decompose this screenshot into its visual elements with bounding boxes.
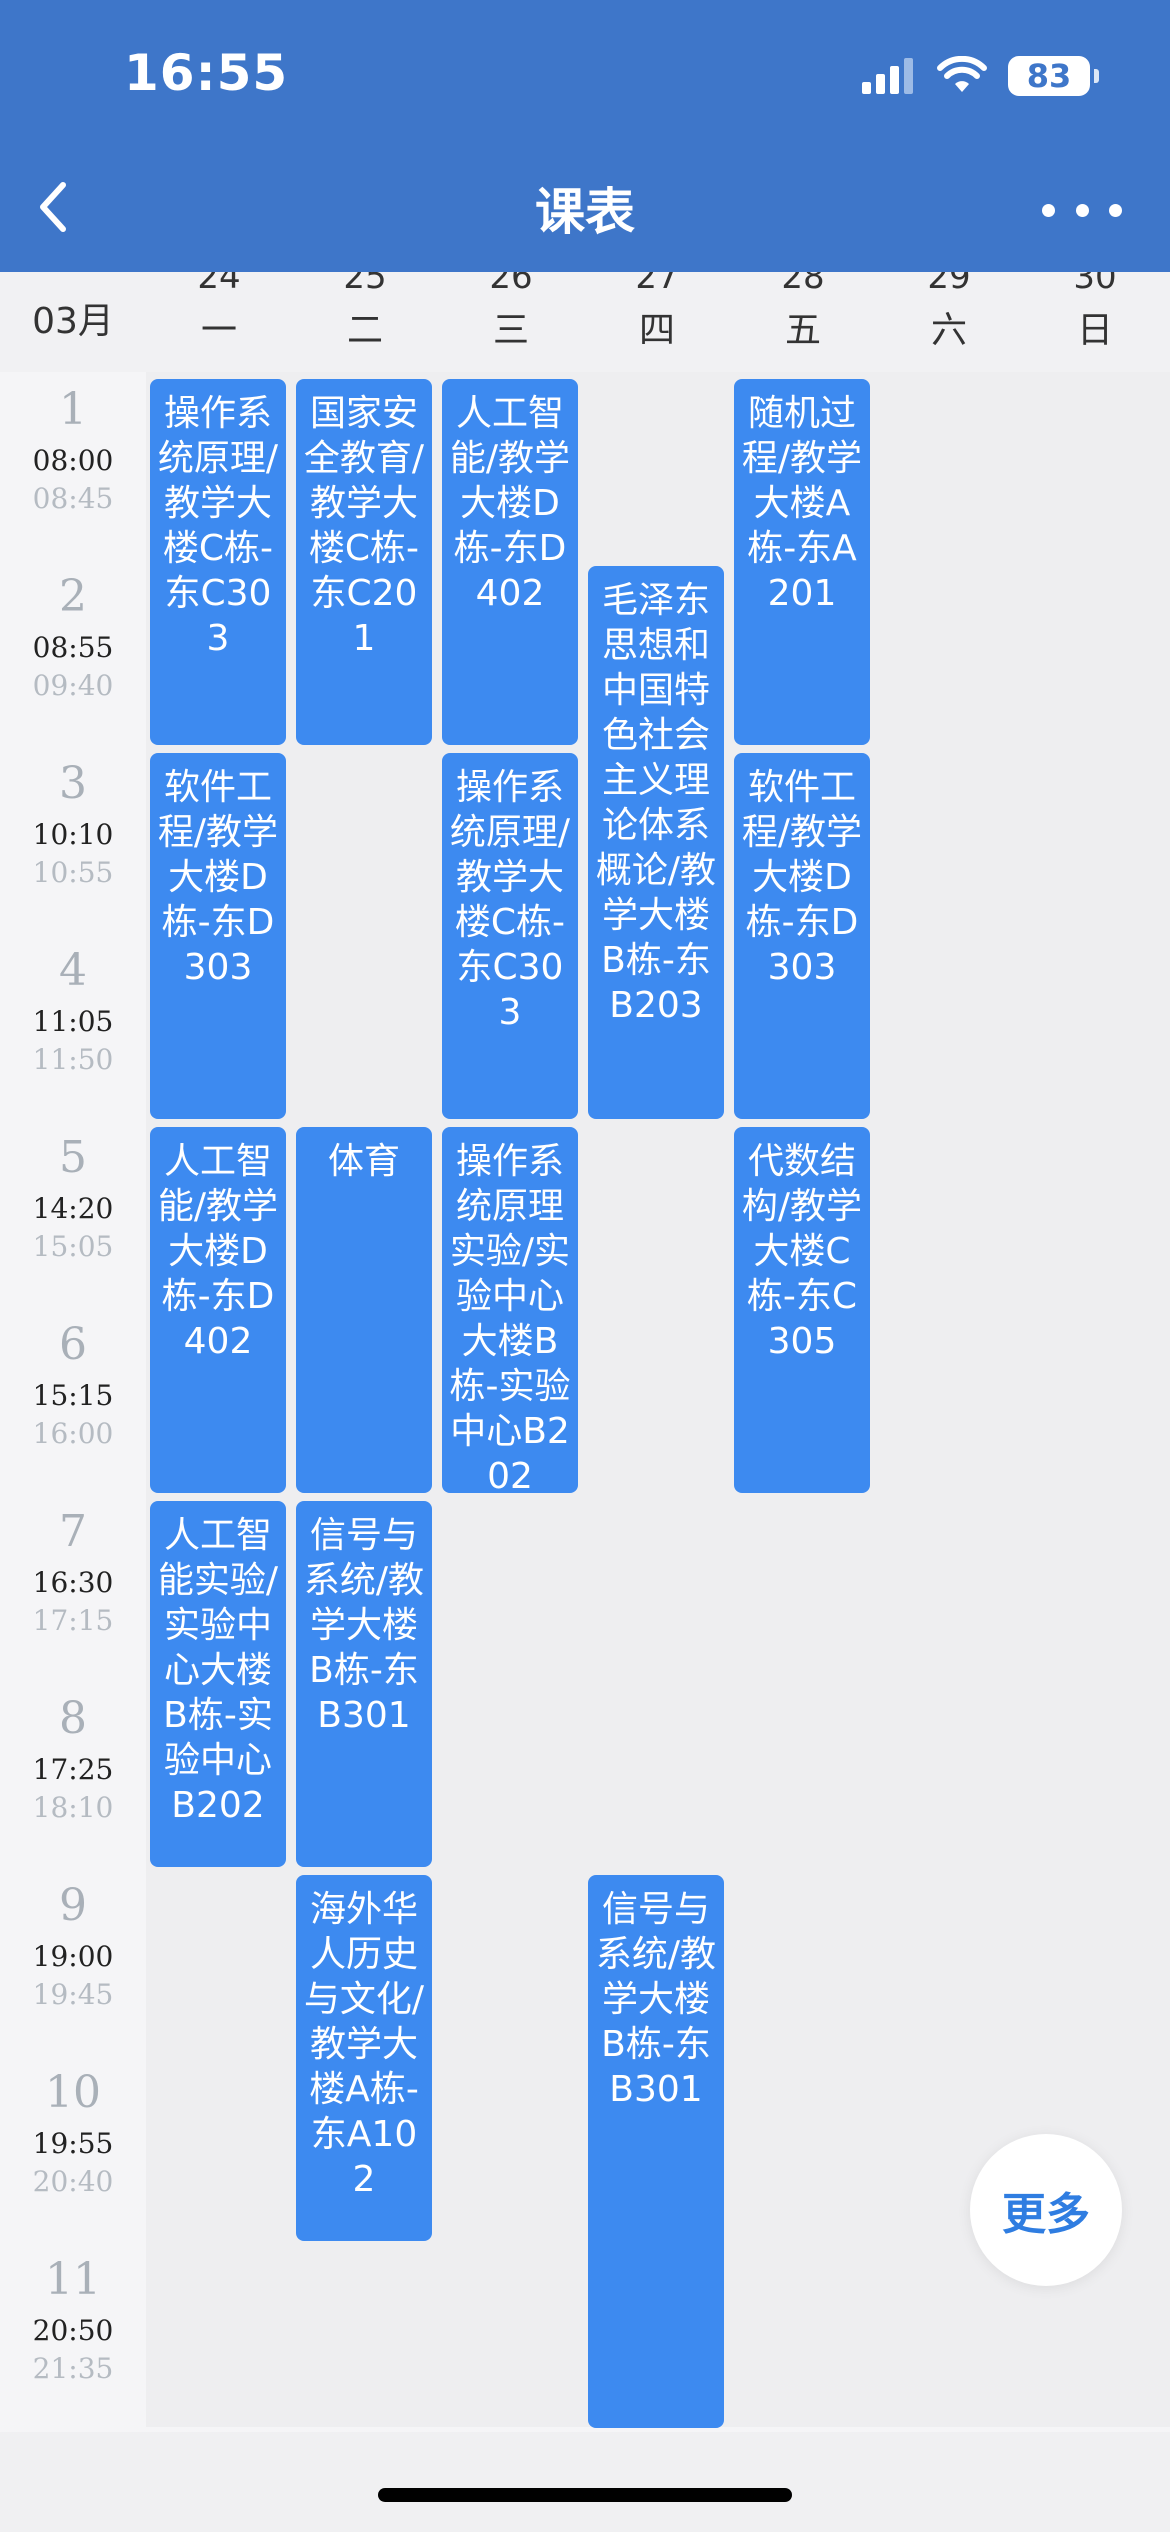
period-number: 1 <box>59 384 87 435</box>
course-card[interactable]: 人工智能/教学大楼D栋-东D402 <box>150 1127 286 1493</box>
period-end: 17:15 <box>32 1604 114 1637</box>
day-date: 30 <box>1073 272 1117 297</box>
course-card[interactable]: 信号与系统/教学大楼B栋-东B301 <box>588 1875 724 2428</box>
period-row: 1 08:00 08:45 <box>0 372 146 559</box>
day-header-sat[interactable]: 29 六 <box>876 272 1022 360</box>
period-end: 18:10 <box>32 1791 114 1824</box>
period-row: 6 15:15 16:00 <box>0 1307 146 1494</box>
course-card[interactable]: 操作系统原理实验/实验中心大楼B栋-实验中心B202 <box>442 1127 578 1493</box>
wifi-icon <box>937 56 987 92</box>
period-end: 20:40 <box>32 2165 114 2198</box>
period-row: 4 11:05 11:50 <box>0 933 146 1120</box>
period-start: 20:50 <box>32 2314 114 2347</box>
period-row: 8 17:25 18:10 <box>0 1681 146 1868</box>
course-card[interactable]: 海外华人历史与文化/教学大楼A栋-东A102 <box>296 1875 432 2241</box>
month-label: 03月 <box>32 301 114 342</box>
period-end: 19:45 <box>32 1978 114 2011</box>
more-dots-icon <box>1042 203 1055 217</box>
period-start: 08:55 <box>32 631 114 664</box>
period-start: 17:25 <box>32 1753 114 1786</box>
period-end: 08:45 <box>32 482 114 515</box>
day-date: 25 <box>343 272 387 297</box>
day-weekday: 五 <box>784 310 821 351</box>
day-header-fri[interactable]: 28 五 <box>730 272 876 360</box>
day-weekday: 三 <box>492 310 529 351</box>
day-weekday: 一 <box>200 310 237 351</box>
period-number: 7 <box>59 1506 87 1557</box>
period-row: 10 19:55 20:40 <box>0 2055 146 2242</box>
period-row: 9 19:00 19:45 <box>0 1868 146 2055</box>
course-card[interactable]: 代数结构/教学大楼C栋-东C305 <box>734 1127 870 1493</box>
period-row: 3 10:10 10:55 <box>0 746 146 933</box>
course-card[interactable]: 软件工程/教学大楼D栋-东D303 <box>734 753 870 1119</box>
day-weekday: 二 <box>346 310 383 351</box>
day-weekday: 六 <box>930 310 967 351</box>
day-date: 27 <box>635 272 679 297</box>
period-end: 16:00 <box>32 1417 114 1450</box>
day-date: 24 <box>197 272 241 297</box>
day-date: 29 <box>927 272 971 297</box>
battery-indicator: 83 <box>1008 56 1099 96</box>
more-menu-button[interactable] <box>1042 185 1122 235</box>
course-card[interactable]: 软件工程/教学大楼D栋-东D303 <box>150 753 286 1119</box>
day-date: 26 <box>489 272 533 297</box>
period-row: 11 20:50 21:35 <box>0 2242 146 2429</box>
signal-icon <box>862 58 913 94</box>
period-start: 10:10 <box>32 818 114 851</box>
week-header: 03月 24 一 25 二 26 三 27 四 28 五 29 六 30 日 <box>0 272 1170 372</box>
course-card[interactable]: 国家安全教育/教学大楼C栋-东C201 <box>296 379 432 745</box>
status-time: 16:55 <box>124 44 289 102</box>
course-card[interactable]: 毛泽东思想和中国特色社会主义理论体系概论/教学大楼B栋-东B203 <box>588 566 724 1119</box>
period-start: 19:00 <box>32 1940 114 1973</box>
day-date: 28 <box>781 272 825 297</box>
home-indicator[interactable] <box>378 2488 792 2502</box>
period-number: 10 <box>45 2067 101 2118</box>
period-number: 8 <box>59 1693 87 1744</box>
period-row: 5 14:20 15:05 <box>0 1120 146 1307</box>
period-column: 1 08:00 08:45 2 08:55 09:40 3 10:10 10:5… <box>0 372 146 2432</box>
course-card[interactable]: 人工智能实验/实验中心大楼B栋-实验中心B202 <box>150 1501 286 1867</box>
period-number: 3 <box>59 758 87 809</box>
period-start: 16:30 <box>32 1566 114 1599</box>
course-card[interactable]: 操作系统原理/教学大楼C栋-东C303 <box>150 379 286 745</box>
period-end: 11:50 <box>32 1043 114 1076</box>
status-icons: 83 <box>860 56 1099 96</box>
period-start: 08:00 <box>32 444 114 477</box>
course-card[interactable]: 操作系统原理/教学大楼C栋-东C303 <box>442 753 578 1119</box>
page-title: 课表 <box>535 183 635 241</box>
day-weekday: 日 <box>1076 310 1113 351</box>
period-end: 15:05 <box>32 1230 114 1263</box>
more-button[interactable]: 更多 <box>970 2134 1122 2286</box>
day-weekday: 四 <box>638 310 675 351</box>
top-bar: 16:55 83 课表 <box>0 0 1170 272</box>
period-number: 5 <box>59 1132 87 1183</box>
period-number: 4 <box>59 945 87 996</box>
period-start: 14:20 <box>32 1192 114 1225</box>
period-end: 09:40 <box>32 669 114 702</box>
period-start: 19:55 <box>32 2127 114 2160</box>
period-number: 9 <box>59 1880 87 1931</box>
day-header-wed[interactable]: 26 三 <box>438 272 584 360</box>
period-row: 7 16:30 17:15 <box>0 1494 146 1681</box>
day-header-mon[interactable]: 24 一 <box>146 272 292 360</box>
period-number: 11 <box>45 2254 101 2305</box>
period-start: 15:15 <box>32 1379 114 1412</box>
course-card[interactable]: 随机过程/教学大楼A栋-东A201 <box>734 379 870 745</box>
period-number: 6 <box>59 1319 87 1370</box>
day-header-thu[interactable]: 27 四 <box>584 272 730 360</box>
timetable-grid: 1 08:00 08:45 2 08:55 09:40 3 10:10 10:5… <box>0 372 1170 2432</box>
period-end: 21:35 <box>32 2352 114 2385</box>
period-number: 2 <box>59 571 87 622</box>
period-end: 10:55 <box>32 856 114 889</box>
period-start: 11:05 <box>32 1005 114 1038</box>
day-header-tue[interactable]: 25 二 <box>292 272 438 360</box>
day-header-sun[interactable]: 30 日 <box>1022 272 1168 360</box>
period-row: 2 08:55 09:40 <box>0 559 146 746</box>
course-card[interactable]: 体育 <box>296 1127 432 1493</box>
course-card[interactable]: 信号与系统/教学大楼B栋-东B301 <box>296 1501 432 1867</box>
course-card[interactable]: 人工智能/教学大楼D栋-东D402 <box>442 379 578 745</box>
